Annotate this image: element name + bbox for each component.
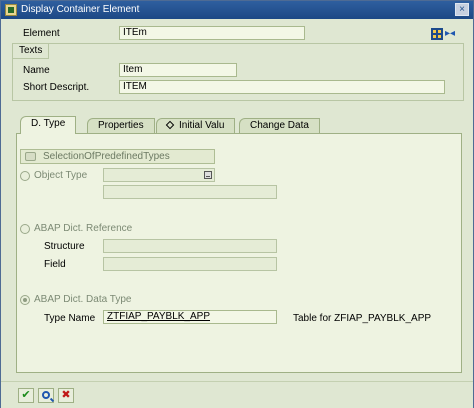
- dialog-window: Display Container Element × Element ITEm…: [0, 0, 474, 408]
- field-label: Field: [44, 259, 66, 270]
- abap-dict-reference-label: ABAP Dict. Reference: [34, 223, 133, 234]
- radio-abap-dict-data-type[interactable]: [20, 295, 30, 305]
- selection-of-predefined-types-button[interactable]: SelectionOfPredefinedTypes: [20, 149, 215, 164]
- predefined-types-button-label: SelectionOfPredefinedTypes: [43, 151, 170, 162]
- window-title: Display Container Element: [21, 4, 140, 15]
- abap-dict-data-type-label: ABAP Dict. Data Type: [34, 294, 132, 305]
- name-field[interactable]: Item: [119, 63, 237, 77]
- tab-properties-label: Properties: [98, 120, 144, 131]
- arrow-nav-icon[interactable]: ▸◂: [445, 28, 457, 40]
- magnifier-icon: [42, 391, 50, 399]
- close-button[interactable]: ×: [455, 3, 469, 16]
- field-field[interactable]: [103, 257, 277, 271]
- sap-window-icon[interactable]: [5, 4, 17, 16]
- short-description-field[interactable]: ITEM: [119, 80, 445, 94]
- tab-properties[interactable]: Properties: [87, 118, 155, 133]
- radio-object-type[interactable]: [20, 171, 30, 181]
- structure-field[interactable]: [103, 239, 277, 253]
- radio-abap-dict-reference[interactable]: [20, 224, 30, 234]
- value-help-icon[interactable]: [204, 171, 212, 179]
- table-grid-icon[interactable]: [431, 28, 443, 40]
- tab-change-data[interactable]: Change Data: [239, 118, 320, 133]
- short-description-label: Short Descript.: [23, 82, 90, 93]
- element-field[interactable]: ITEm: [119, 26, 305, 40]
- name-label: Name: [23, 65, 50, 76]
- title-bar: Display Container Element ×: [1, 1, 473, 19]
- toolbar-icons: ▸◂: [431, 28, 457, 40]
- x-icon: ✖: [61, 389, 71, 401]
- tab-d-type-label: D. Type: [31, 118, 66, 129]
- object-type-field[interactable]: [103, 168, 215, 182]
- object-type-label: Object Type: [34, 170, 88, 181]
- object-type-description-field[interactable]: [103, 185, 277, 199]
- find-button[interactable]: [38, 388, 54, 403]
- type-name-field[interactable]: ZTFIAP_PAYBLK_APP: [103, 310, 277, 324]
- structure-label: Structure: [44, 241, 85, 252]
- tab-initial-value[interactable]: Initial Valu: [156, 118, 236, 133]
- dialog-footer: ✔ ✖: [1, 381, 473, 408]
- element-label: Element: [23, 28, 60, 39]
- confirm-button[interactable]: ✔: [18, 388, 34, 403]
- check-icon: ✔: [21, 389, 31, 401]
- tab-d-type[interactable]: D. Type: [20, 116, 77, 134]
- d-type-panel: [16, 133, 462, 373]
- tab-change-data-label: Change Data: [250, 120, 309, 131]
- texts-group-title: Texts: [13, 44, 50, 59]
- cancel-button[interactable]: ✖: [58, 388, 74, 403]
- type-name-description: Table for ZFIAP_PAYBLK_APP: [293, 313, 432, 324]
- type-name-label: Type Name: [44, 313, 96, 324]
- predefined-types-icon: [25, 152, 36, 161]
- diamond-icon: [165, 120, 175, 130]
- tab-initial-value-label: Initial Valu: [179, 120, 225, 131]
